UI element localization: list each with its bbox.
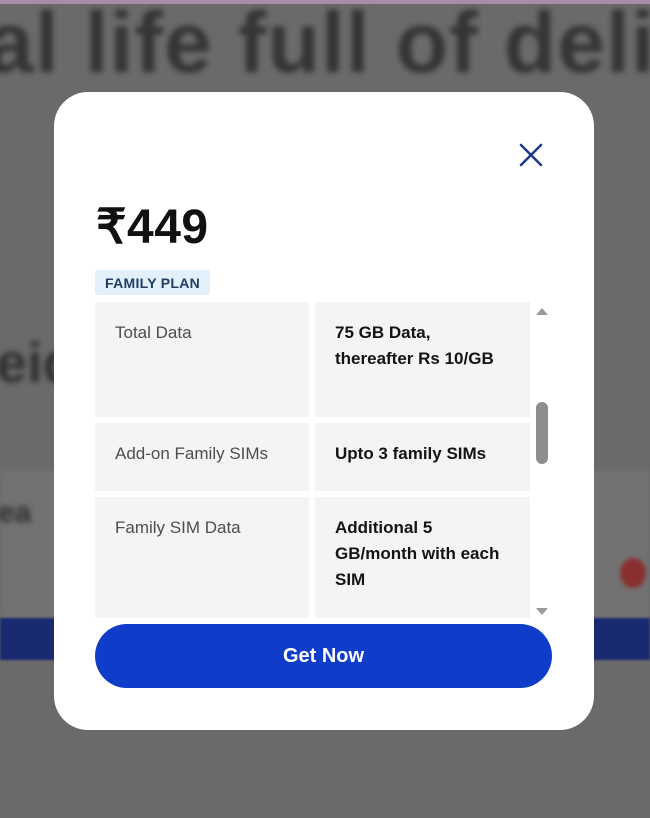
row-value: 75 GB Data, thereafter Rs 10/GB xyxy=(315,302,530,417)
scroll-down-arrow-icon[interactable] xyxy=(536,608,548,615)
background-headline: al life full of deli xyxy=(0,0,650,91)
table-row: Total Data 75 GB Data, thereafter Rs 10/… xyxy=(95,302,530,417)
background-band-text: ea xyxy=(0,496,32,529)
plan-price: ₹449 xyxy=(96,201,209,254)
scroll-up-arrow-icon[interactable] xyxy=(536,308,548,315)
table-scrollbar[interactable] xyxy=(532,302,552,618)
row-label: Add-on Family SIMs xyxy=(95,423,309,491)
close-icon xyxy=(519,143,543,167)
row-label: Total Data xyxy=(95,302,309,417)
plan-details-content: Total Data 75 GB Data, thereafter Rs 10/… xyxy=(95,302,530,618)
row-label: Family SIM Data xyxy=(95,497,309,618)
table-row: Family SIM Data Additional 5 GB/month wi… xyxy=(95,497,530,618)
scroll-thumb[interactable] xyxy=(536,402,548,464)
row-value: Upto 3 family SIMs xyxy=(315,423,530,491)
background-red-icon xyxy=(620,558,646,588)
get-now-button[interactable]: Get Now xyxy=(95,624,552,688)
row-value: Additional 5 GB/month with each SIM xyxy=(315,497,530,618)
table-row: Add-on Family SIMs Upto 3 family SIMs xyxy=(95,423,530,491)
plan-details-table[interactable]: Total Data 75 GB Data, thereafter Rs 10/… xyxy=(95,302,530,618)
plan-modal: ₹449 FAMILY PLAN Total Data 75 GB Data, … xyxy=(54,92,594,730)
close-button[interactable] xyxy=(516,140,546,170)
plan-type-badge: FAMILY PLAN xyxy=(95,270,211,295)
